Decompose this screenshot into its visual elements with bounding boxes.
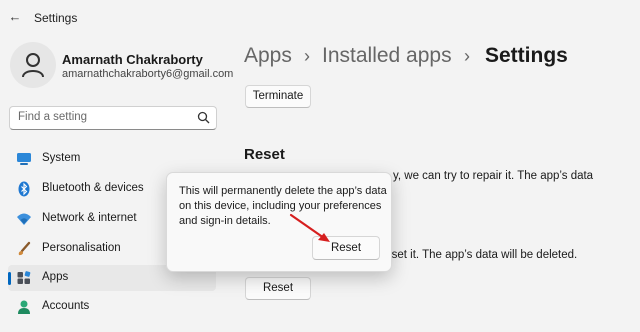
wifi-icon: [17, 213, 31, 225]
flyout-text-line: This will permanently delete the app’s d…: [179, 185, 387, 197]
title-bar: ← Settings: [0, 0, 640, 36]
breadcrumb-apps[interactable]: Apps: [244, 44, 292, 68]
sidebar-item-label: Accounts: [42, 300, 90, 312]
search-placeholder: Find a setting: [18, 111, 88, 123]
avatar[interactable]: [10, 42, 56, 88]
selection-indicator: [8, 272, 11, 285]
chevron-right-icon: ›: [304, 46, 310, 66]
back-arrow-icon[interactable]: ←: [8, 9, 22, 25]
user-email: amarnathchakraborty6@gmail.com: [62, 68, 234, 80]
reset-section-title: Reset: [244, 146, 285, 163]
person-icon: [22, 53, 44, 78]
sidebar-item-label: System: [42, 152, 81, 164]
sidebar-item-label: Network & internet: [42, 212, 137, 224]
window-title: Settings: [34, 11, 78, 25]
search-input[interactable]: Find a setting: [9, 106, 217, 130]
brush-icon: [18, 241, 31, 256]
breadcrumb-installed-apps[interactable]: Installed apps: [322, 44, 452, 68]
apps-icon: [17, 271, 31, 284]
confirm-reset-button[interactable]: Reset: [312, 236, 380, 260]
chevron-right-icon: ›: [464, 46, 470, 66]
person-icon: [18, 300, 30, 314]
user-name: Amarnath Chakraborty: [62, 52, 203, 67]
bluetooth-icon: [18, 181, 30, 197]
sidebar-item-label: Bluetooth & devices: [42, 182, 144, 194]
sidebar-item-label: Apps: [42, 271, 69, 283]
sidebar-item-accounts[interactable]: Accounts: [8, 294, 216, 320]
terminate-button[interactable]: Terminate: [245, 85, 311, 108]
flyout-text-line: on this device, including your preferenc…: [179, 200, 382, 212]
reset-button[interactable]: Reset: [245, 277, 311, 300]
page-title: Settings: [485, 44, 568, 67]
monitor-icon: [17, 153, 31, 165]
repair-description: y, we can try to repair it. The app’s da…: [393, 170, 594, 182]
reset-description: , reset it. The app’s data will be delet…: [375, 249, 578, 261]
search-icon[interactable]: [197, 111, 210, 124]
flyout-text-line: and sign-in details.: [179, 215, 271, 227]
sidebar-item-system[interactable]: System: [8, 146, 216, 172]
reset-confirmation-flyout: This will permanently delete the app’s d…: [166, 172, 392, 272]
sidebar-item-label: Personalisation: [42, 242, 121, 254]
